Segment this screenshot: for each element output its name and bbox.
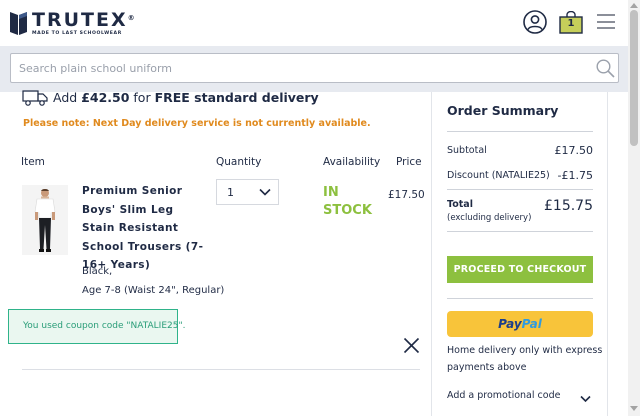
trutex-logo[interactable]: TRUTEX® MADE TO LAST SCHOOLWEAR [10,10,137,36]
total-note: (excluding delivery) [447,213,532,223]
scroll-thumb[interactable] [630,10,638,146]
page-scrollbar[interactable] [628,0,640,416]
product-size: Age 7-8 (Waist 24", Regular) [82,284,225,296]
logo-book-icon [10,12,27,35]
paypal-logo-part2: Pal [521,317,542,331]
summary-divider [447,189,593,190]
next-day-delivery-note: Please note: Next Day delivery service i… [23,118,371,129]
total-value: £15.75 [544,198,593,214]
delivery-prefix: Add [53,90,82,105]
user-icon[interactable] [523,10,547,34]
row-divider [22,369,420,370]
product-variant: Black, Age 7-8 (Waist 24", Regular) [82,263,224,300]
scroll-down-arrow-icon[interactable] [630,406,638,411]
item-price: £17.50 [388,189,425,201]
summary-divider [447,131,593,132]
quantity-select[interactable]: 1 [216,179,279,205]
discount-value: -£1.75 [557,169,593,182]
delivery-middle: for [129,90,155,105]
subtotal-value: £17.50 [554,144,594,157]
column-header-quantity: Quantity [216,156,262,168]
truck-icon [22,90,48,106]
search-icon[interactable] [596,59,615,78]
close-icon[interactable] [403,337,420,354]
brand-registered-mark: ® [127,14,137,22]
search-input[interactable] [19,54,579,82]
column-header-price: Price [396,156,422,168]
column-header-item: Item [21,156,45,168]
basket-count: 1 [567,18,575,29]
hamburger-menu-icon[interactable] [597,14,615,29]
product-colour: Black, [82,266,113,277]
product-image[interactable] [22,185,68,255]
coupon-alert-text: You used coupon code "NATALIE25". [23,321,186,331]
brand-tagline: MADE TO LAST SCHOOLWEAR [32,31,122,36]
scroll-up-arrow-icon[interactable] [630,3,638,8]
brand-name: TRUTEX [32,9,128,31]
search-bar [10,53,619,83]
subtotal-label: Subtotal [447,145,487,156]
paypal-logo-part1: Pay [498,317,522,331]
delivery-amount: £42.50 [81,90,130,105]
column-header-availability: Availability [323,156,381,168]
availability-status: IN STOCK [323,185,372,218]
total-label: Total [447,199,473,210]
delivery-offer: FREE standard delivery [154,90,319,105]
add-promo-code-toggle[interactable]: Add a promotional code [447,390,560,401]
order-summary-title: Order Summary [447,103,559,118]
coupon-applied-alert: You used coupon code "NATALIE25". [8,309,185,344]
quantity-value: 1 [227,186,234,199]
paypal-button[interactable]: PayPal [447,311,593,337]
proceed-to-checkout-button[interactable]: PROCEED TO CHECKOUT [447,256,593,283]
summary-divider [447,298,593,299]
basket-button[interactable]: 1 [559,10,583,34]
discount-label: Discount (NATALIE25) [447,170,550,181]
site-header: TRUTEX® MADE TO LAST SCHOOLWEAR 1 [0,0,628,46]
product-name-link[interactable]: Premium Senior Boys' Slim Leg Stain Resi… [82,182,207,275]
summary-divider [447,231,593,232]
free-delivery-message: Add £42.50 for FREE standard delivery [53,90,319,105]
chevron-down-icon[interactable] [580,395,591,403]
chevron-down-icon [259,188,271,196]
express-payment-note: Home delivery only with express payments… [447,345,603,373]
